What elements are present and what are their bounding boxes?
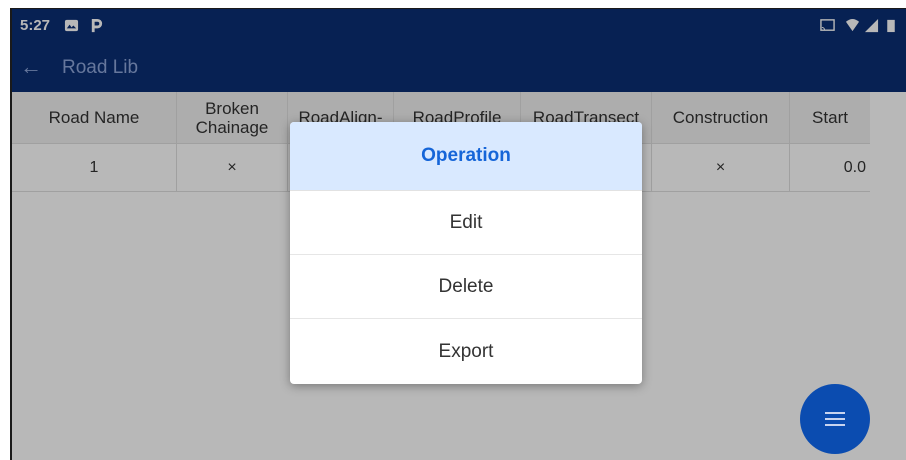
app-window: 5:27 ← Road Lib Road Name Broken Chainag… xyxy=(10,8,906,460)
delete-option[interactable]: Delete xyxy=(290,255,642,319)
export-option[interactable]: Export xyxy=(290,319,642,384)
edit-option[interactable]: Edit xyxy=(290,191,642,255)
operation-dialog: Operation Edit Delete Export xyxy=(290,122,642,384)
menu-icon xyxy=(825,412,845,426)
menu-fab[interactable] xyxy=(800,384,870,454)
dialog-title: Operation xyxy=(290,122,642,191)
